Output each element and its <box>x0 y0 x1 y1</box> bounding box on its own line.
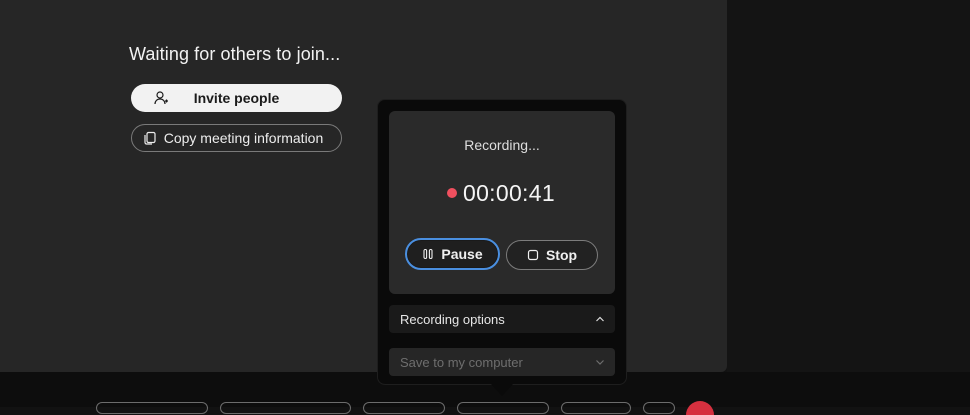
chevron-down-icon <box>596 360 604 365</box>
toolbar-button-6[interactable] <box>643 402 675 414</box>
record-dot-icon <box>447 188 457 198</box>
save-location-value: Save to my computer <box>400 355 523 370</box>
copy-meeting-info-button[interactable]: Copy meeting information <box>131 124 342 152</box>
toolbar-button-5[interactable] <box>561 402 631 414</box>
invite-people-button[interactable]: Invite people <box>131 84 342 112</box>
waiting-message: Waiting for others to join... <box>129 44 341 64</box>
toolbar-button-1[interactable] <box>96 402 208 414</box>
recording-options-label: Recording options <box>400 312 505 327</box>
side-panel <box>727 0 970 372</box>
recording-timer: 00:00:41 <box>463 180 555 206</box>
toolbar-button-2[interactable] <box>220 402 351 414</box>
stop-icon <box>527 249 539 261</box>
copy-meeting-info-label: Copy meeting information <box>163 130 324 146</box>
pause-label: Pause <box>441 246 483 262</box>
stop-label: Stop <box>545 247 578 263</box>
recording-options-toggle[interactable]: Recording options <box>389 305 615 333</box>
copy-icon <box>144 131 156 145</box>
popover-arrow <box>491 384 513 396</box>
toolbar-button-4[interactable] <box>457 402 549 414</box>
chevron-up-icon <box>596 316 604 322</box>
stop-recording-button[interactable]: Stop <box>506 240 598 270</box>
invite-people-label: Invite people <box>193 90 280 106</box>
recording-status-text: Recording... <box>464 137 540 153</box>
toolbar-button-3[interactable] <box>363 402 445 414</box>
pause-icon <box>423 248 433 260</box>
person-add-icon <box>154 91 168 105</box>
pause-recording-button[interactable]: Pause <box>405 238 500 270</box>
save-location-select[interactable]: Save to my computer <box>389 348 615 376</box>
